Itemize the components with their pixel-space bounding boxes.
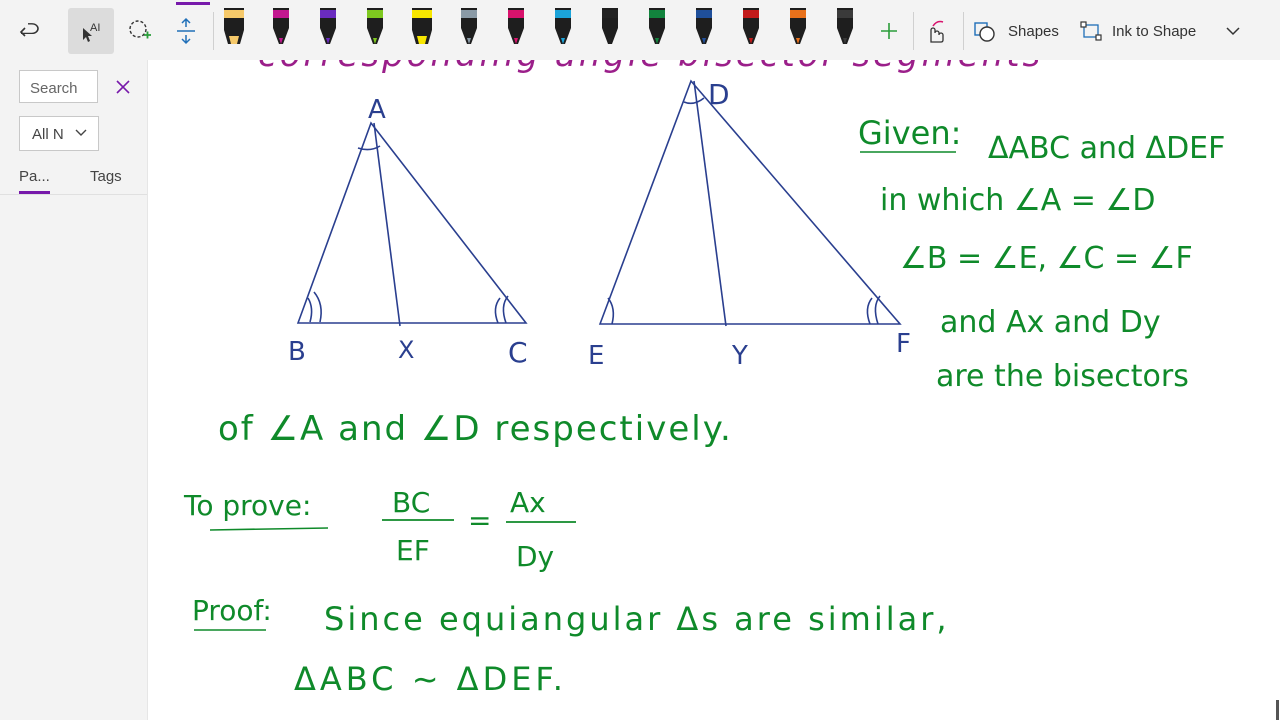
touch-draw-button[interactable] xyxy=(920,8,952,54)
undo-button[interactable] xyxy=(12,8,48,54)
proof-block: Proof: Since equiangular Δs are similar,… xyxy=(192,594,950,698)
vertex-e-label: E xyxy=(588,341,604,371)
pen-swatch-10[interactable] xyxy=(649,8,665,44)
given-block: Given: ΔABC and ΔDEF in which ∠A = ∠D ∠B… xyxy=(858,114,1225,394)
search-placeholder: Search xyxy=(30,80,78,97)
tab-pages[interactable]: Pa... xyxy=(19,168,50,185)
svg-text:AI: AI xyxy=(90,22,100,34)
fraction-right-denominator: Dy xyxy=(516,540,554,573)
fraction-right-numerator: Ax xyxy=(510,486,546,519)
pen-swatch-5[interactable] xyxy=(412,8,432,44)
given-line-5: are the bisectors xyxy=(936,359,1189,394)
given-line-3: ∠B = ∠E, ∠C = ∠F xyxy=(900,241,1193,276)
fraction-left-numerator: BC xyxy=(392,486,430,519)
vertex-c-label: C xyxy=(508,336,528,369)
close-icon xyxy=(116,80,130,94)
equals-sign: = xyxy=(468,504,491,537)
to-prove-block: To prove: BC EF = Ax Dy xyxy=(183,486,576,573)
fraction-left-denominator: EF xyxy=(396,534,430,567)
add-pen-button[interactable] xyxy=(873,8,905,54)
proof-line-1: Since equiangular Δs are similar, xyxy=(324,600,950,638)
given-label: Given: xyxy=(858,114,961,152)
notebook-filter-dropdown[interactable]: All N xyxy=(19,116,99,151)
point-y-label: Y xyxy=(731,341,748,371)
text-select-icon: AI xyxy=(83,22,100,42)
given-line-1: ΔABC and ΔDEF xyxy=(988,131,1225,166)
vertical-scrollbar-thumb[interactable] xyxy=(1276,700,1279,720)
tab-divider xyxy=(0,194,147,195)
page-header-partial: corresponding angle bisector segments xyxy=(258,60,1043,75)
point-x-label: X xyxy=(398,336,414,364)
shapes-label: Shapes xyxy=(1008,22,1059,40)
plus-icon xyxy=(881,23,897,39)
add-space-button[interactable] xyxy=(168,8,204,54)
toolbar-divider xyxy=(963,12,964,50)
lasso-add-icon xyxy=(129,20,151,39)
proof-label: Proof: xyxy=(192,594,272,627)
to-prove-label: To prove: xyxy=(183,489,311,522)
pen-swatch-3[interactable] xyxy=(320,8,336,44)
shapes-button[interactable]: Shapes xyxy=(972,8,1066,54)
search-input[interactable]: Search xyxy=(19,70,98,103)
pen-swatch-11[interactable] xyxy=(696,8,712,44)
vertex-d-label: D xyxy=(708,78,730,111)
shapes-icon xyxy=(974,22,995,42)
pen-swatch-9[interactable] xyxy=(602,8,618,44)
draw-with-touch-icon xyxy=(930,20,944,43)
pen-swatch-6[interactable] xyxy=(461,8,477,44)
ink-to-shape-button[interactable]: Ink to Shape xyxy=(1078,8,1208,54)
pen-swatch-7[interactable] xyxy=(508,8,524,44)
given-line-4: and Ax and Dy xyxy=(940,305,1161,340)
pen-swatch-1[interactable] xyxy=(224,8,244,44)
ink-to-shape-label: Ink to Shape xyxy=(1112,22,1197,40)
more-options-button[interactable] xyxy=(1218,8,1248,54)
ribbon-toolbar: AI Shapes Ink to Shape xyxy=(0,0,1280,61)
navigation-pane: Search All N Pa... Tags xyxy=(0,60,148,720)
filter-value: All N xyxy=(32,126,64,143)
proof-line-2: ΔABC ~ ΔDEF. xyxy=(294,660,567,698)
triangle-def xyxy=(598,79,902,327)
toolbar-divider xyxy=(913,12,914,50)
ink-to-shape-icon xyxy=(1080,21,1102,41)
chevron-down-icon xyxy=(75,129,87,136)
insert-space-icon xyxy=(177,17,195,45)
triangle-abc xyxy=(296,121,528,327)
active-tool-indicator xyxy=(176,2,210,5)
pen-swatch-14[interactable] xyxy=(837,8,853,44)
vertex-f-label: F xyxy=(896,329,911,359)
ink-drawing: corresponding angle bisector segments A … xyxy=(183,60,1225,698)
chevron-down-icon xyxy=(1226,27,1240,36)
lasso-text-select-button[interactable]: AI xyxy=(68,8,114,54)
tab-tags[interactable]: Tags xyxy=(90,168,122,185)
pen-swatch-4[interactable] xyxy=(367,8,383,44)
given-line-2: in which ∠A = ∠D xyxy=(880,183,1155,218)
to-prove-underline xyxy=(209,527,329,531)
pen-swatch-12[interactable] xyxy=(743,8,759,44)
pen-swatch-2[interactable] xyxy=(273,8,289,44)
toolbar-divider xyxy=(213,12,214,50)
note-page-canvas[interactable]: corresponding angle bisector segments A … xyxy=(148,60,1280,720)
vertex-a-label: A xyxy=(368,95,386,125)
undo-icon xyxy=(19,23,39,37)
vertex-b-label: B xyxy=(288,337,306,367)
close-search-button[interactable] xyxy=(114,78,132,96)
pen-swatch-8[interactable] xyxy=(555,8,571,44)
pen-palette xyxy=(224,8,853,44)
lasso-select-button[interactable] xyxy=(122,8,158,54)
pen-swatch-13[interactable] xyxy=(790,8,806,44)
bisector-statement: of ∠A and ∠D respectively. xyxy=(218,409,733,449)
